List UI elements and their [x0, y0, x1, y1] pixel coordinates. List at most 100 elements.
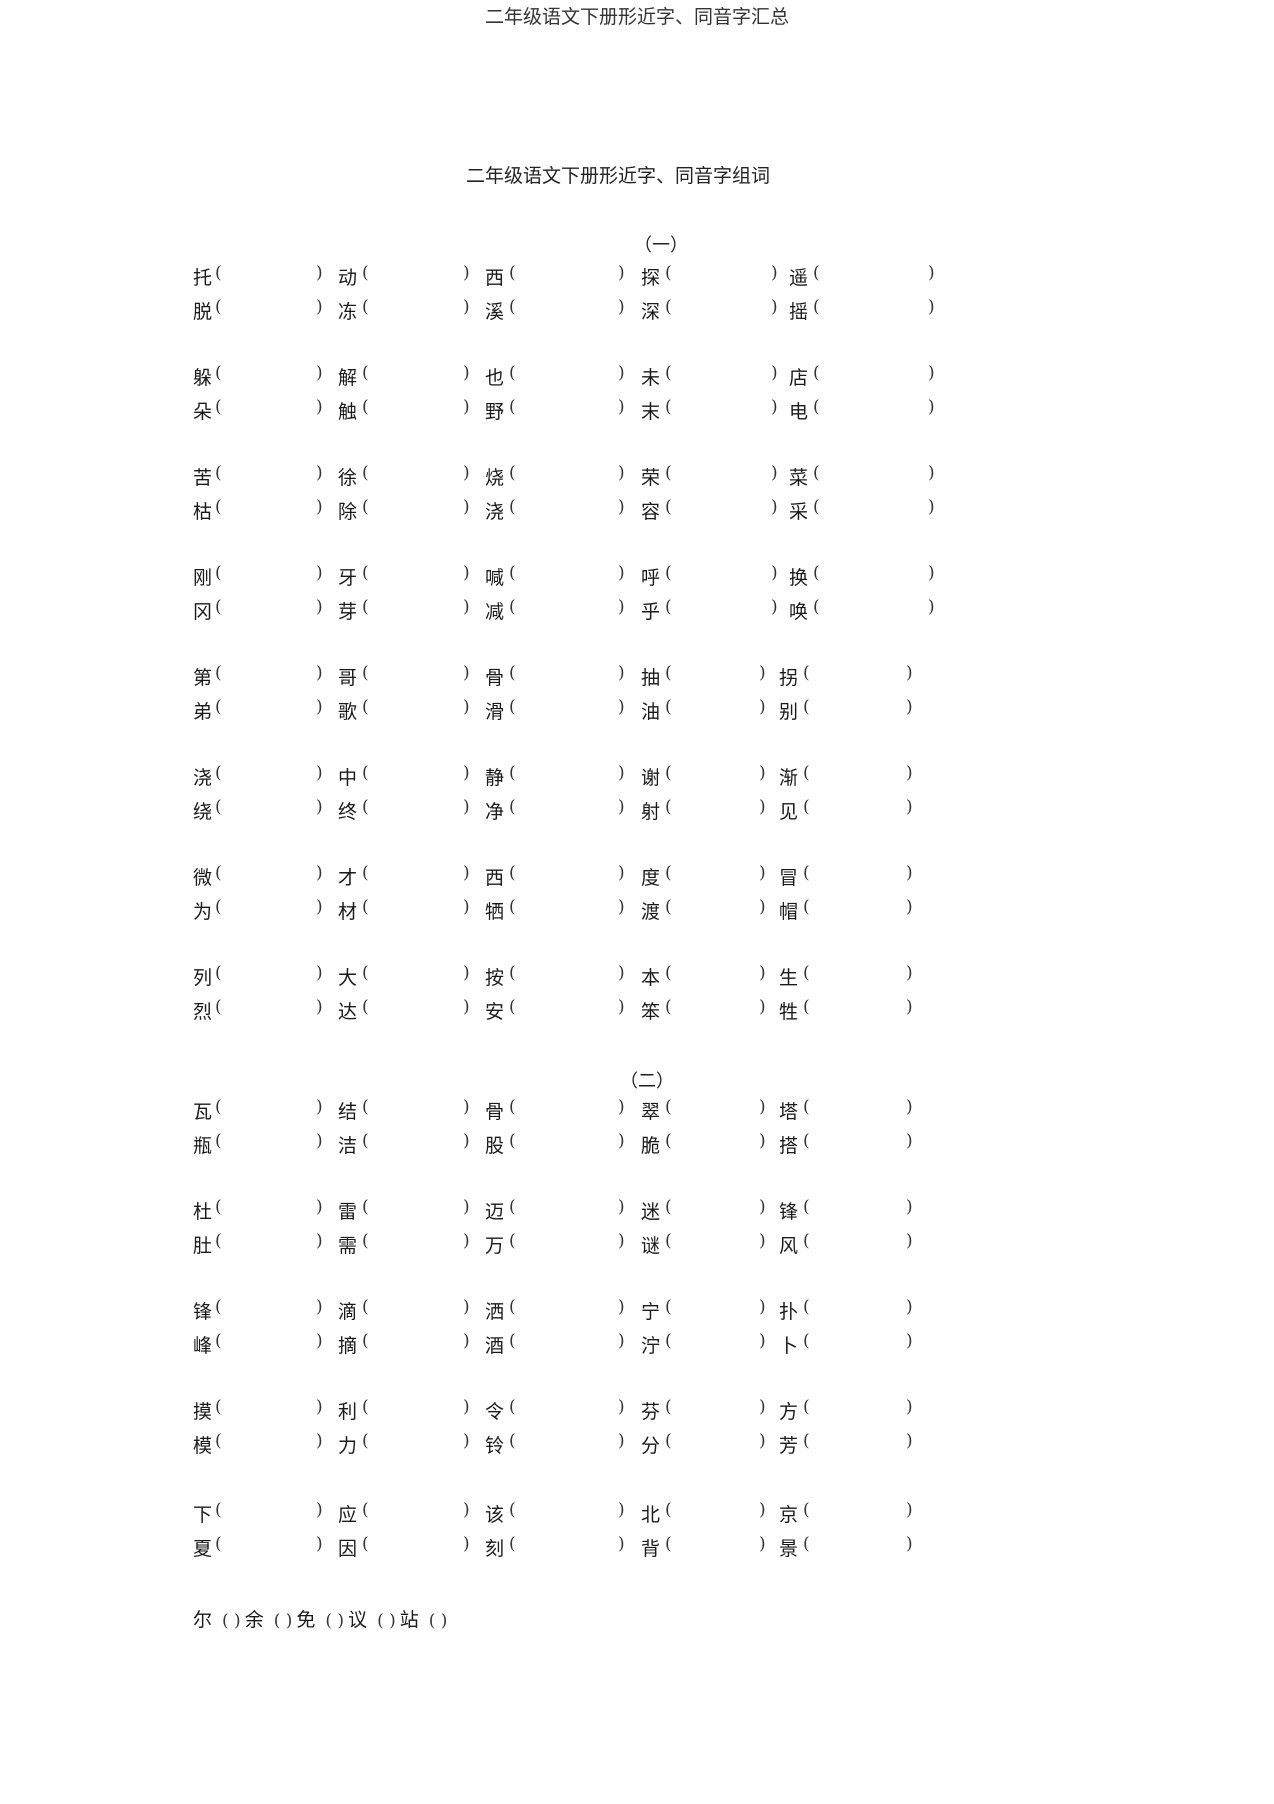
answer-blank[interactable]: [519, 697, 614, 721]
answer-blank[interactable]: [519, 297, 614, 321]
answer-blank[interactable]: [225, 1534, 312, 1558]
answer-blank[interactable]: [519, 797, 614, 821]
answer-blank[interactable]: [813, 1097, 902, 1121]
answer-blank[interactable]: [372, 797, 459, 821]
answer-blank[interactable]: [372, 1534, 459, 1558]
answer-blank[interactable]: [675, 1500, 755, 1524]
answer-blank[interactable]: ( ): [325, 1611, 344, 1631]
answer-blank[interactable]: [519, 1297, 614, 1321]
answer-blank[interactable]: [675, 497, 767, 521]
answer-blank[interactable]: [675, 363, 767, 387]
answer-blank[interactable]: [813, 1331, 902, 1355]
answer-blank[interactable]: [813, 763, 902, 787]
answer-blank[interactable]: [372, 1097, 459, 1121]
answer-blank[interactable]: [675, 1197, 755, 1221]
answer-blank[interactable]: [225, 697, 312, 721]
answer-blank[interactable]: [675, 263, 767, 287]
answer-blank[interactable]: [372, 497, 459, 521]
answer-blank[interactable]: [519, 997, 614, 1021]
answer-blank[interactable]: [225, 297, 312, 321]
answer-blank[interactable]: [372, 1331, 459, 1355]
answer-blank[interactable]: [675, 597, 767, 621]
answer-blank[interactable]: [813, 1131, 902, 1155]
answer-blank[interactable]: [372, 1500, 459, 1524]
answer-blank[interactable]: [519, 897, 614, 921]
answer-blank[interactable]: [675, 1397, 755, 1421]
answer-blank[interactable]: [813, 963, 902, 987]
answer-blank[interactable]: [675, 1431, 755, 1455]
answer-blank[interactable]: [372, 1397, 459, 1421]
answer-blank[interactable]: [372, 263, 459, 287]
answer-blank[interactable]: [823, 563, 924, 587]
answer-blank[interactable]: [675, 763, 755, 787]
answer-blank[interactable]: [225, 363, 312, 387]
answer-blank[interactable]: [519, 1197, 614, 1221]
answer-blank[interactable]: [519, 563, 614, 587]
answer-blank[interactable]: [675, 663, 755, 687]
answer-blank[interactable]: [519, 863, 614, 887]
answer-blank[interactable]: [675, 1231, 755, 1255]
answer-blank[interactable]: [225, 1131, 312, 1155]
answer-blank[interactable]: [813, 797, 902, 821]
answer-blank[interactable]: [823, 597, 924, 621]
answer-blank[interactable]: [519, 1131, 614, 1155]
answer-blank[interactable]: [372, 1297, 459, 1321]
answer-blank[interactable]: [813, 997, 902, 1021]
answer-blank[interactable]: [519, 1534, 614, 1558]
answer-blank[interactable]: [823, 297, 924, 321]
answer-blank[interactable]: [225, 1331, 312, 1355]
answer-blank[interactable]: [372, 697, 459, 721]
answer-blank[interactable]: [225, 663, 312, 687]
answer-blank[interactable]: [372, 863, 459, 887]
answer-blank[interactable]: [813, 663, 902, 687]
answer-blank[interactable]: [372, 997, 459, 1021]
answer-blank[interactable]: [225, 1397, 312, 1421]
answer-blank[interactable]: [675, 1097, 755, 1121]
answer-blank[interactable]: [519, 1431, 614, 1455]
answer-blank[interactable]: [675, 1331, 755, 1355]
answer-blank[interactable]: [225, 1097, 312, 1121]
answer-blank[interactable]: [225, 1431, 312, 1455]
answer-blank[interactable]: [372, 1431, 459, 1455]
answer-blank[interactable]: ( ): [274, 1611, 293, 1631]
answer-blank[interactable]: [519, 963, 614, 987]
answer-blank[interactable]: [675, 897, 755, 921]
answer-blank[interactable]: [372, 563, 459, 587]
answer-blank[interactable]: [675, 1297, 755, 1321]
answer-blank[interactable]: [225, 1197, 312, 1221]
answer-blank[interactable]: [372, 663, 459, 687]
answer-blank[interactable]: [372, 897, 459, 921]
answer-blank[interactable]: [675, 297, 767, 321]
answer-blank[interactable]: [225, 997, 312, 1021]
answer-blank[interactable]: [675, 797, 755, 821]
answer-blank[interactable]: [225, 497, 312, 521]
answer-blank[interactable]: [372, 1231, 459, 1255]
answer-blank[interactable]: [519, 263, 614, 287]
answer-blank[interactable]: [225, 397, 312, 421]
answer-blank[interactable]: [225, 897, 312, 921]
answer-blank[interactable]: [225, 563, 312, 587]
answer-blank[interactable]: [519, 1397, 614, 1421]
answer-blank[interactable]: [519, 1331, 614, 1355]
answer-blank[interactable]: [813, 863, 902, 887]
answer-blank[interactable]: [225, 963, 312, 987]
answer-blank[interactable]: [225, 463, 312, 487]
answer-blank[interactable]: [675, 397, 767, 421]
answer-blank[interactable]: [675, 863, 755, 887]
answer-blank[interactable]: [675, 963, 755, 987]
answer-blank[interactable]: [823, 363, 924, 387]
answer-blank[interactable]: [519, 763, 614, 787]
answer-blank[interactable]: [519, 363, 614, 387]
answer-blank[interactable]: [813, 697, 902, 721]
answer-blank[interactable]: [519, 1097, 614, 1121]
answer-blank[interactable]: [813, 1231, 902, 1255]
answer-blank[interactable]: [372, 463, 459, 487]
answer-blank[interactable]: [675, 463, 767, 487]
answer-blank[interactable]: [813, 1197, 902, 1221]
answer-blank[interactable]: [823, 463, 924, 487]
answer-blank[interactable]: [813, 1534, 902, 1558]
answer-blank[interactable]: ( ): [429, 1611, 448, 1631]
answer-blank[interactable]: [372, 397, 459, 421]
answer-blank[interactable]: [519, 463, 614, 487]
answer-blank[interactable]: [519, 1500, 614, 1524]
